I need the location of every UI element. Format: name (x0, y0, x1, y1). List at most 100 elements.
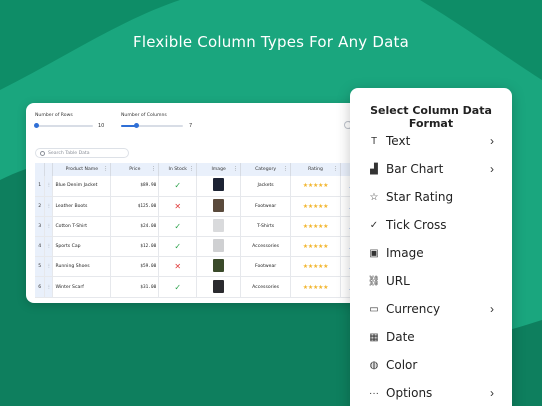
data-table: Product Name ⋮ Price ⋮ In Stock ⋮ Image ⋮ Ca… (35, 163, 366, 298)
rating-cell[interactable]: ★★★★★ (290, 256, 341, 278)
rating-cell[interactable]: ★★★★★ (290, 196, 341, 217)
column-header[interactable]: Product Name ⋮ (52, 163, 112, 176)
star-icon: ☆ (369, 191, 379, 203)
row-number: 2 (35, 196, 46, 217)
in-stock-cell[interactable]: ✕ (158, 256, 198, 278)
menu-item-label: Date (386, 330, 415, 344)
in-stock-cell[interactable]: ✕ (158, 196, 198, 217)
row-number: 5 (35, 256, 46, 278)
category-cell[interactable]: T-Shirts (240, 216, 292, 238)
chevron-right-icon: › (490, 134, 494, 148)
in-stock-cell[interactable]: ✓ (158, 236, 198, 258)
menu-item-tick-cross[interactable]: ✓ Tick Cross (350, 212, 512, 238)
rating-cell[interactable]: ★★★★★ (290, 276, 341, 298)
image-cell[interactable] (196, 216, 242, 238)
calendar-icon: ▦ (369, 331, 379, 343)
product-name-cell[interactable]: Sports Cap (52, 236, 112, 258)
menu-item-bar-chart[interactable]: ▟ Bar Chart › (350, 156, 512, 182)
rating-cell[interactable]: ★★★★★ (290, 216, 341, 238)
price-cell[interactable]: $24.00 (110, 216, 160, 238)
category-cell[interactable]: Accessories (240, 236, 292, 258)
menu-item-color[interactable]: ◍ Color (350, 352, 512, 378)
image-cell[interactable] (196, 176, 242, 197)
bar-chart-icon: ▟ (370, 163, 378, 175)
drag-handle-icon[interactable]: ⋮ (44, 176, 54, 197)
columns-label: Number of Columns (121, 113, 167, 118)
cross-icon: ✕ (174, 262, 182, 272)
menu-title: Select Column Data Format (370, 104, 492, 130)
price-cell[interactable]: $125.00 (110, 196, 160, 217)
column-header[interactable]: Image ⋮ (196, 163, 242, 176)
menu-item-label: Currency (386, 302, 441, 316)
image-icon: ▣ (369, 247, 379, 259)
product-name-cell[interactable]: Blue Denim Jacket (52, 176, 112, 197)
rating-cell[interactable]: ★★★★★ (290, 236, 341, 258)
columns-slider[interactable] (121, 123, 183, 128)
table-app-window: Number of Rows 10 Number of Columns 7 Se… (26, 103, 366, 303)
menu-item-date[interactable]: ▦ Date (350, 324, 512, 350)
drag-handle-icon[interactable]: ⋮ (44, 196, 54, 217)
check-icon: ✓ (174, 242, 182, 252)
category-cell[interactable]: Footwear (240, 256, 292, 278)
check-icon: ✓ (174, 282, 182, 292)
price-cell[interactable]: $12.00 (110, 236, 160, 258)
drag-handle-icon[interactable]: ⋮ (44, 236, 54, 258)
category-cell[interactable]: Footwear (240, 196, 292, 217)
image-cell[interactable] (196, 276, 242, 298)
table-row[interactable]: 1⋮Blue Denim Jacket$89.90✓Jackets★★★★★ht… (35, 176, 366, 197)
menu-item-currency[interactable]: ▭ Currency › (350, 296, 512, 322)
star-rating-icon: ★★★★★ (302, 263, 329, 271)
category-cell[interactable]: Accessories (240, 276, 292, 298)
product-name-cell[interactable]: Leather Boots (52, 196, 112, 217)
drag-handle-icon[interactable]: ⋮ (44, 216, 54, 238)
category-cell[interactable]: Jackets (240, 176, 292, 197)
price-cell[interactable]: $31.00 (110, 276, 160, 298)
search-input[interactable]: Search Table Data (35, 148, 129, 158)
drag-handle-icon[interactable]: ⋮ (44, 276, 54, 298)
table-row[interactable]: 4⋮Sports Cap$12.00✓Accessories★★★★★htt (35, 236, 366, 258)
image-cell[interactable] (196, 236, 242, 258)
product-thumbnail (213, 218, 225, 232)
table-row[interactable]: 3⋮Cotton T-Shirt$24.00✓T-Shirts★★★★★htt (35, 216, 366, 238)
price-cell[interactable]: $59.00 (110, 256, 160, 278)
menu-item-options[interactable]: ··· Options › (350, 380, 512, 406)
column-header[interactable]: Rating ⋮ (290, 163, 341, 176)
table-row[interactable]: 5⋮Running Shoes$59.00✕Footwear★★★★★htt (35, 256, 366, 278)
menu-item-label: Options (386, 386, 433, 400)
star-rating-icon: ★★★★★ (302, 182, 329, 190)
menu-item-label: Color (386, 358, 418, 372)
product-name-cell[interactable]: Winter Scarf (52, 276, 112, 298)
menu-item-url[interactable]: ⛓ URL (350, 268, 512, 294)
menu-item-star-rating[interactable]: ☆ Star Rating (350, 184, 512, 210)
product-thumbnail (213, 279, 225, 293)
in-stock-cell[interactable]: ✓ (158, 276, 198, 298)
star-rating-icon: ★★★★★ (302, 283, 329, 291)
product-thumbnail (213, 198, 225, 212)
rows-control: Number of Rows 10 (33, 113, 105, 129)
chevron-right-icon: › (490, 302, 494, 316)
product-thumbnail (213, 178, 225, 192)
drag-handle-icon[interactable]: ⋮ (44, 256, 54, 278)
row-number: 3 (35, 216, 46, 238)
row-number: 6 (35, 276, 46, 298)
product-name-cell[interactable]: Running Shoes (52, 256, 112, 278)
table-row[interactable]: 2⋮Leather Boots$125.00✕Footwear★★★★★htt (35, 196, 366, 217)
menu-item-image[interactable]: ▣ Image (350, 240, 512, 266)
price-cell[interactable]: $89.90 (110, 176, 160, 197)
rating-cell[interactable]: ★★★★★ (290, 176, 341, 197)
currency-icon: ▭ (369, 303, 379, 315)
table-row[interactable]: 6⋮Winter Scarf$31.00✓Accessories★★★★★htt (35, 276, 366, 298)
rows-slider[interactable] (33, 123, 93, 128)
product-name-cell[interactable]: Cotton T-Shirt (52, 216, 112, 238)
menu-item-text[interactable]: T Text › (350, 128, 512, 154)
star-rating-icon: ★★★★★ (302, 202, 329, 210)
column-header[interactable]: In Stock ⋮ (158, 163, 198, 176)
in-stock-cell[interactable]: ✓ (158, 216, 198, 238)
column-header[interactable]: Category ⋮ (240, 163, 292, 176)
image-cell[interactable] (196, 256, 242, 278)
menu-item-label: Star Rating (386, 190, 454, 204)
image-cell[interactable] (196, 196, 242, 217)
in-stock-cell[interactable]: ✓ (158, 176, 198, 197)
column-header[interactable]: Price ⋮ (110, 163, 160, 176)
row-number-header (35, 163, 46, 176)
